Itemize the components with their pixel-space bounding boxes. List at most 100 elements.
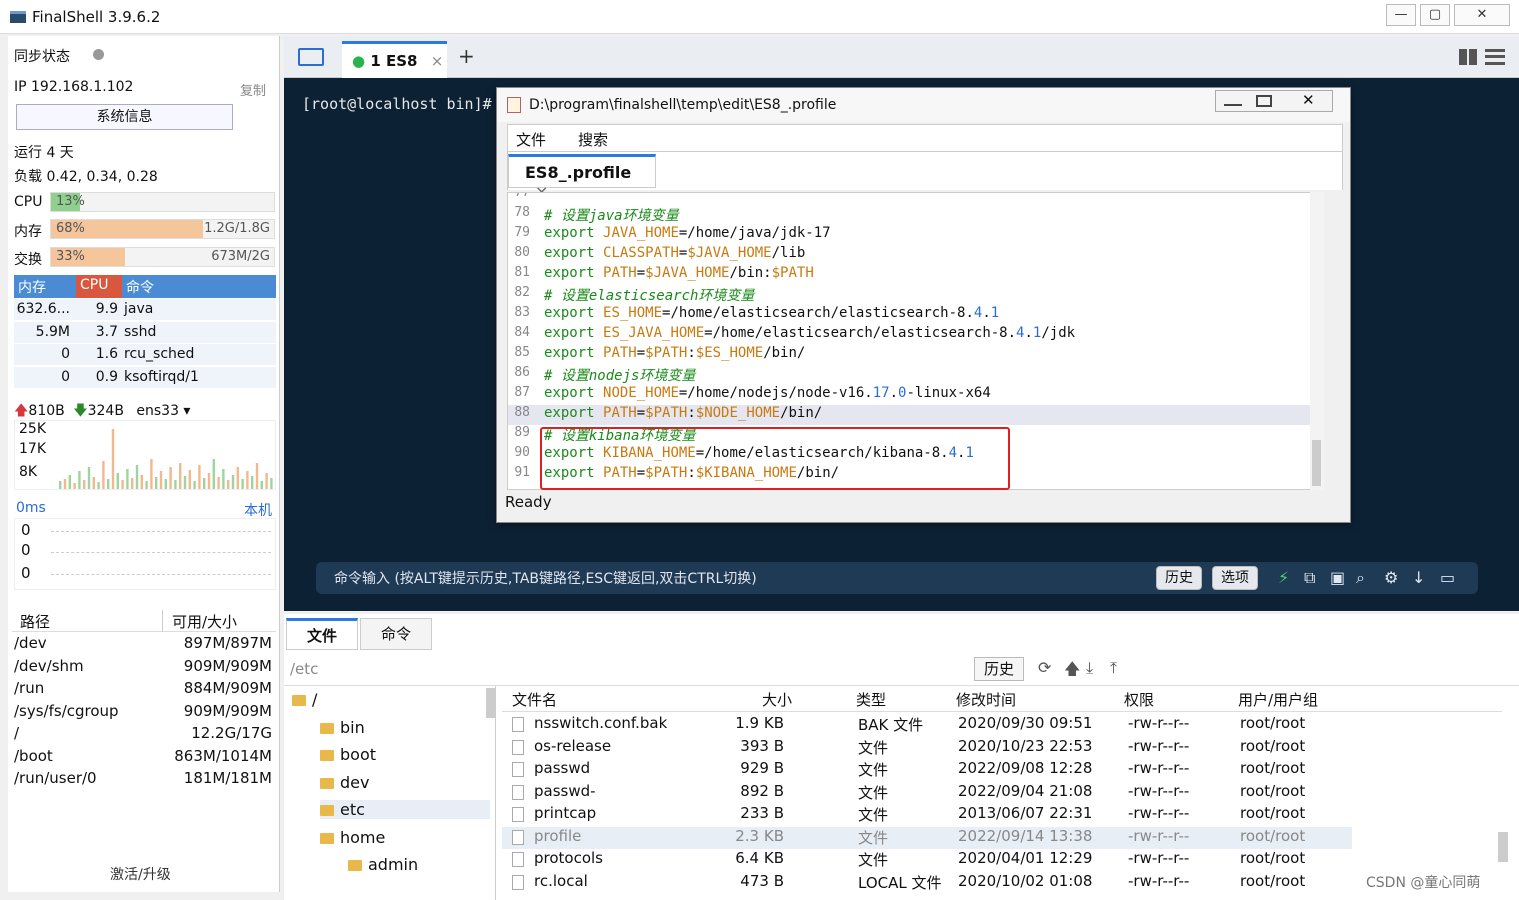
file-header-1[interactable]: 大小	[762, 689, 792, 710]
file-row[interactable]: passwd 929 B 文件 2022/09/08 12:28 -rw-r--r-- r…	[502, 759, 1352, 781]
disk-header-path[interactable]: 路径	[20, 611, 50, 632]
disk-row[interactable]: /dev/shm 909M/909M	[12, 657, 274, 679]
path-input[interactable]: /etc	[290, 660, 318, 678]
file-row[interactable]: printcap 233 B 文件 2013/06/07 22:31 -rw-r--r-…	[502, 804, 1352, 826]
history-button[interactable]: 历史	[1156, 566, 1202, 590]
disk-row[interactable]: /run 884M/909M	[12, 679, 274, 701]
file-header-5[interactable]: 用户/用户组	[1238, 689, 1318, 710]
disk-path: /dev/shm	[14, 656, 84, 675]
options-button[interactable]: 选项	[1212, 566, 1258, 590]
editor-tab-profile[interactable]: ES8_.profile ×	[508, 154, 656, 201]
lightning-icon[interactable]: ⚡	[1278, 568, 1289, 587]
net-bar	[59, 481, 62, 489]
disk-row[interactable]: /sys/fs/cgroup 909M/909M	[12, 702, 274, 724]
line-content: export NODE_HOME=/home/nodejs/node-v16.1…	[544, 385, 991, 401]
process-row[interactable]: 0 1.6 rcu_sched	[14, 344, 276, 366]
tree-node-boot[interactable]: boot	[320, 745, 376, 764]
grid-layout-icon[interactable]	[1459, 49, 1477, 65]
net-bar	[97, 482, 100, 489]
net-bar	[236, 467, 239, 489]
gear-icon[interactable]: ⚙	[1384, 568, 1398, 587]
upgrade-link[interactable]: 激活/升级	[110, 864, 171, 884]
arrow-down-icon[interactable]: ↓	[1412, 568, 1425, 587]
add-tab-icon[interactable]: +	[458, 44, 475, 68]
file-header-3[interactable]: 修改时间	[956, 689, 1016, 710]
editor-scrollbar[interactable]	[1310, 192, 1324, 490]
code-token: /bin/	[763, 345, 806, 361]
copy-icon[interactable]: ⧉	[1304, 568, 1315, 588]
sysinfo-button[interactable]: 系统信息	[16, 104, 233, 130]
paste-icon[interactable]: ▣	[1330, 568, 1345, 587]
file-row[interactable]: os-release 393 B 文件 2020/10/23 22:53 -rw-r--…	[502, 737, 1352, 759]
tab-es8[interactable]: ● 1 ES8 ×	[342, 41, 447, 78]
chevron-down-icon[interactable]: ▾	[179, 403, 190, 419]
process-row[interactable]: 632.6... 9.9 java	[14, 299, 276, 321]
tree-node-root[interactable]: /	[292, 690, 317, 709]
code-token: export	[544, 325, 604, 341]
process-row[interactable]: 0 0.9 ksoftirqd/1	[14, 366, 276, 389]
tree-node-bin[interactable]: bin	[320, 718, 365, 737]
tree-node-dev[interactable]: dev	[320, 773, 369, 792]
minimize-button[interactable]: —	[1386, 4, 1416, 26]
menu-file[interactable]: 文件	[516, 129, 546, 150]
menu-search[interactable]: 搜索	[578, 129, 608, 150]
line-number: 87	[514, 385, 530, 400]
proc-header-cpu[interactable]: CPU	[76, 275, 122, 298]
disk-row[interactable]: /boot 863M/1014M	[12, 747, 274, 769]
tab-close-icon[interactable]: ×	[431, 52, 444, 70]
tab-files[interactable]: 文件	[286, 618, 358, 650]
proc-header-mem[interactable]: 内存	[18, 277, 46, 297]
tree-node-etc[interactable]: etc	[320, 800, 490, 819]
editor-minimize-icon[interactable]	[1224, 94, 1242, 106]
editor-close-icon[interactable]: ✕	[1302, 91, 1315, 109]
code-token: 1	[990, 305, 1000, 321]
up-dir-icon[interactable]: 🡅	[1064, 658, 1080, 685]
file-owner: root/root	[1240, 781, 1306, 800]
directory-tree[interactable]: / bin boot dev etc home admin	[284, 686, 496, 900]
process-row[interactable]: 5.9M 3.7 sshd	[14, 321, 276, 344]
search-icon[interactable]: ⌕	[1356, 568, 1365, 588]
ping-host[interactable]: 本机	[244, 500, 272, 520]
code-line: 85 export PATH=$PATH:$ES_HOME/bin/	[508, 345, 1322, 365]
maximize-button[interactable]: ▢	[1420, 4, 1450, 26]
proc-cpu: 9.9	[95, 301, 118, 317]
command-input-bar[interactable]: 命令输入 (按ALT键提示历史,TAB键路径,ESC键返回,双击CTRL切换) …	[316, 562, 1478, 594]
proc-header-cmd[interactable]: 命令	[126, 277, 154, 297]
file-row[interactable]: nsswitch.conf.bak 1.9 KB BAK 文件 2020/09/30 …	[502, 714, 1352, 736]
file-list[interactable]: 文件名 大小 类型 修改时间 权限 用户/用户组 nsswitch.conf.bak 1.9…	[502, 686, 1519, 900]
file-row[interactable]: passwd- 892 B 文件 2022/09/04 21:08 -rw-r--r--…	[502, 782, 1352, 804]
copy-ip-link[interactable]: 复制	[240, 80, 266, 99]
net-bar	[150, 459, 153, 489]
close-button[interactable]: ✕	[1454, 4, 1510, 26]
file-list-scrollbar[interactable]	[1498, 832, 1508, 862]
file-header-2[interactable]: 类型	[856, 689, 886, 710]
file-header-4[interactable]: 权限	[1124, 689, 1154, 710]
refresh-icon[interactable]: ⟳	[1038, 658, 1051, 677]
fullscreen-icon[interactable]: ▭	[1440, 568, 1455, 587]
upload-icon[interactable]: ⤒	[1110, 658, 1117, 678]
folder-icon	[348, 860, 362, 871]
editor-window-controls: ✕	[1215, 90, 1333, 112]
command-input-hint[interactable]: 命令输入 (按ALT键提示历史,TAB键路径,ESC键返回,双击CTRL切换)	[334, 568, 757, 588]
file-row[interactable]: profile 2.3 KB 文件 2022/09/14 13:38 -rw-r--r-…	[502, 826, 1352, 849]
disk-row[interactable]: /dev 897M/897M	[12, 634, 274, 656]
net-interface-select[interactable]: ens33	[136, 403, 179, 419]
tree-scrollbar[interactable]	[486, 688, 496, 718]
file-header-0[interactable]: 文件名	[512, 689, 557, 710]
path-history-button[interactable]: 历史	[974, 657, 1024, 681]
file-perm: -rw-r--r--	[1128, 826, 1190, 845]
tree-node-admin[interactable]: admin	[348, 855, 418, 874]
disk-row[interactable]: / 12.2G/17G	[12, 724, 274, 746]
tree-node-home[interactable]: home	[320, 828, 385, 847]
menu-icon[interactable]	[1485, 49, 1505, 65]
disk-header-size[interactable]: 可用/大小	[172, 611, 237, 632]
folder-icon[interactable]	[298, 48, 324, 66]
file-row[interactable]: rc.local 473 B LOCAL 文件 2020/10/02 01:08 -rw…	[502, 872, 1352, 894]
download-icon[interactable]: ⤓	[1086, 658, 1093, 678]
editor-maximize-icon[interactable]	[1256, 95, 1272, 107]
disk-row[interactable]: /run/user/0 181M/181M	[12, 769, 274, 791]
tab-commands[interactable]: 命令	[360, 618, 432, 650]
net-bar	[251, 476, 254, 489]
net-bar	[193, 481, 196, 489]
file-row[interactable]: protocols 6.4 KB 文件 2020/04/01 12:29 -rw-r--…	[502, 849, 1352, 871]
